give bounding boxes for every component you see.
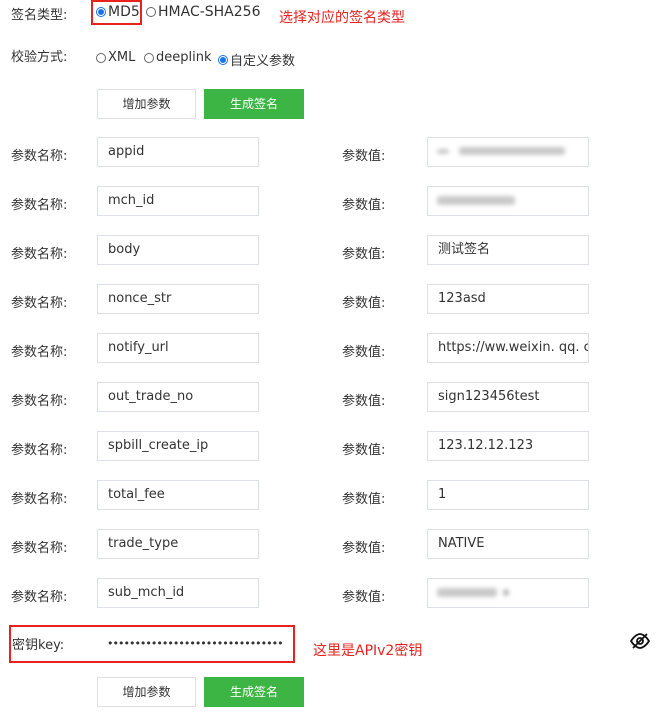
param-value-label: 参数值:	[342, 198, 386, 213]
param-name-label: 参数名称:	[11, 345, 68, 360]
radio-xml-label: XML	[108, 50, 136, 65]
redacted-value-blur	[503, 589, 509, 596]
param-name-input[interactable]: spbill_create_ip	[97, 431, 259, 461]
radio-custom-params[interactable]: 自定义参数	[218, 50, 295, 69]
param-value-input[interactable]: 1	[427, 480, 589, 510]
param-name-input[interactable]: notify_url	[97, 333, 259, 363]
radio-deeplink-label: deeplink	[156, 50, 212, 65]
radio-md5-dot[interactable]	[96, 7, 106, 17]
secret-key-annotation: 这里是APIv2密钥	[313, 643, 423, 659]
radio-deeplink[interactable]: deeplink	[144, 50, 212, 65]
param-name-label: 参数名称:	[11, 541, 68, 556]
add-param-button-bottom[interactable]: 增加参数	[97, 677, 196, 707]
radio-custom-params-label: 自定义参数	[230, 54, 296, 69]
secret-key-input[interactable]: ••••••••••••••••••••••••••••••••	[97, 627, 293, 660]
radio-deeplink-dot[interactable]	[144, 52, 154, 63]
param-name-input[interactable]: appid	[97, 137, 259, 167]
radio-md5-label: MD5	[108, 4, 140, 20]
param-value-label: 参数值:	[342, 296, 386, 311]
param-name-input[interactable]: total_fee	[97, 480, 259, 510]
generate-sign-button-bottom[interactable]: 生成签名	[204, 677, 304, 707]
param-name-input[interactable]: mch_id	[97, 186, 259, 216]
signature-type-annotation: 选择对应的签名类型	[279, 10, 405, 26]
param-value-input[interactable]: 123asd	[427, 284, 589, 314]
param-value-input[interactable]: NATIVE	[427, 529, 589, 559]
param-value-label: 参数值:	[342, 443, 386, 458]
radio-hmac-sha256-label: HMAC-SHA256	[158, 4, 261, 20]
redacted-value-blur	[437, 149, 449, 154]
param-value-input[interactable]: 123.12.12.123	[427, 431, 589, 461]
param-value-input[interactable]: https://ww.weixin. qq. c	[427, 333, 589, 363]
param-name-input[interactable]: body	[97, 235, 259, 265]
param-name-input[interactable]: nonce_str	[97, 284, 259, 314]
radio-xml[interactable]: XML	[96, 50, 135, 65]
param-name-label: 参数名称:	[11, 198, 68, 213]
param-value-label: 参数值:	[342, 149, 386, 164]
radio-custom-params-dot[interactable]	[218, 54, 228, 65]
param-name-label: 参数名称:	[11, 247, 68, 262]
param-value-label: 参数值:	[342, 541, 386, 556]
param-value-label: 参数值:	[342, 345, 386, 360]
radio-xml-dot[interactable]	[96, 52, 106, 63]
param-value-label: 参数值:	[342, 247, 386, 262]
redacted-value-blur	[437, 196, 515, 205]
radio-hmac-sha256-dot[interactable]	[146, 7, 156, 17]
radio-hmac-sha256[interactable]: HMAC-SHA256	[146, 4, 260, 20]
param-name-label: 参数名称:	[11, 296, 68, 311]
add-param-button-top[interactable]: 增加参数	[97, 89, 196, 119]
radio-md5[interactable]: MD5	[96, 4, 140, 20]
param-value-label: 参数值:	[342, 394, 386, 409]
redacted-value-blur	[437, 588, 497, 597]
param-name-label: 参数名称:	[11, 492, 68, 507]
param-name-label: 参数名称:	[11, 590, 68, 605]
param-value-label: 参数值:	[342, 492, 386, 507]
eye-slash-icon[interactable]	[629, 633, 651, 649]
param-name-input[interactable]: trade_type	[97, 529, 259, 559]
secret-key-label: 密钥key:	[12, 638, 65, 653]
param-name-label: 参数名称:	[11, 394, 68, 409]
signature-type-label: 签名类型:	[11, 8, 68, 23]
param-value-input[interactable]: 测试签名	[427, 235, 589, 265]
param-value-input[interactable]: sign123456test	[427, 382, 589, 412]
param-name-input[interactable]: out_trade_no	[97, 382, 259, 412]
param-name-label: 参数名称:	[11, 443, 68, 458]
verify-method-label: 校验方式:	[11, 50, 68, 65]
redacted-value-blur	[459, 147, 565, 155]
generate-sign-button-top[interactable]: 生成签名	[204, 89, 304, 119]
param-value-label: 参数值:	[342, 590, 386, 605]
param-name-input[interactable]: sub_mch_id	[97, 578, 259, 608]
param-name-label: 参数名称:	[11, 149, 68, 164]
